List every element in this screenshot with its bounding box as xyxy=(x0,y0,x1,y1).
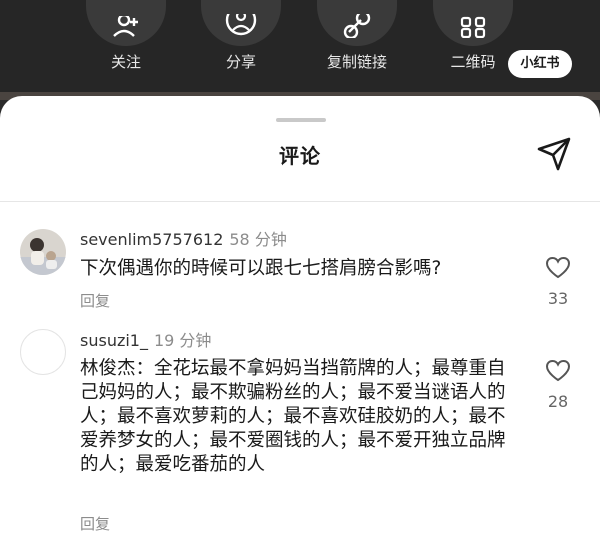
follow-icon xyxy=(86,0,166,46)
comment-time: 58 分钟 xyxy=(229,230,287,249)
username[interactable]: sevenlim5757612 xyxy=(80,230,223,249)
send-icon[interactable] xyxy=(536,136,572,172)
share-label: 分享 xyxy=(225,53,256,71)
share-icon xyxy=(201,0,281,46)
reply-button[interactable]: 回复 xyxy=(80,513,110,534)
qr-code-icon xyxy=(433,0,513,46)
xiaohongshu-watermark: 小红书 xyxy=(508,50,572,78)
follow-button[interactable]: 关注 xyxy=(78,0,174,71)
share-bar: 关注 分享 复制链接 二维码 小红书 xyxy=(0,0,600,92)
heart-icon xyxy=(545,256,571,279)
comment-meta: sevenlim5757612 58 分钟 xyxy=(80,230,287,250)
like-button[interactable]: 28 xyxy=(540,359,576,411)
qr-code-button[interactable]: 二维码 xyxy=(425,0,521,71)
comment-meta: susuzi1_ 19 分钟 xyxy=(80,331,211,351)
copy-link-button[interactable]: 复制链接 xyxy=(309,0,405,71)
comment-time: 19 分钟 xyxy=(153,331,212,350)
reply-button[interactable]: 回复 xyxy=(80,290,110,311)
link-icon xyxy=(317,0,397,46)
comment-text: 林俊杰：全花坛最不拿妈妈当挡箭牌的人；最尊重自己妈妈的人；最不欺骗粉丝的人；最不… xyxy=(80,358,506,475)
avatar[interactable] xyxy=(20,229,66,275)
comment-sheet: 评论 sevenlim5757612 58 分钟 下次偶遇你的時候可以跟七七搭肩膀… xyxy=(0,96,600,553)
copy-link-label: 复制链接 xyxy=(326,53,387,71)
sheet-drag-handle[interactable] xyxy=(276,118,326,122)
avatar[interactable] xyxy=(20,329,66,375)
like-button[interactable]: 33 xyxy=(540,256,576,308)
sheet-divider xyxy=(0,201,600,202)
heart-icon xyxy=(545,359,571,382)
follow-label: 关注 xyxy=(110,53,141,71)
comment-text: 下次偶遇你的時候可以跟七七搭肩膀合影嗎? xyxy=(80,258,442,279)
username[interactable]: susuzi1_ xyxy=(80,331,148,350)
like-count: 28 xyxy=(547,392,569,411)
qr-code-label: 二维码 xyxy=(450,53,496,71)
like-count: 33 xyxy=(547,289,569,308)
sheet-title: 评论 xyxy=(279,144,321,168)
share-button[interactable]: 分享 xyxy=(193,0,289,71)
